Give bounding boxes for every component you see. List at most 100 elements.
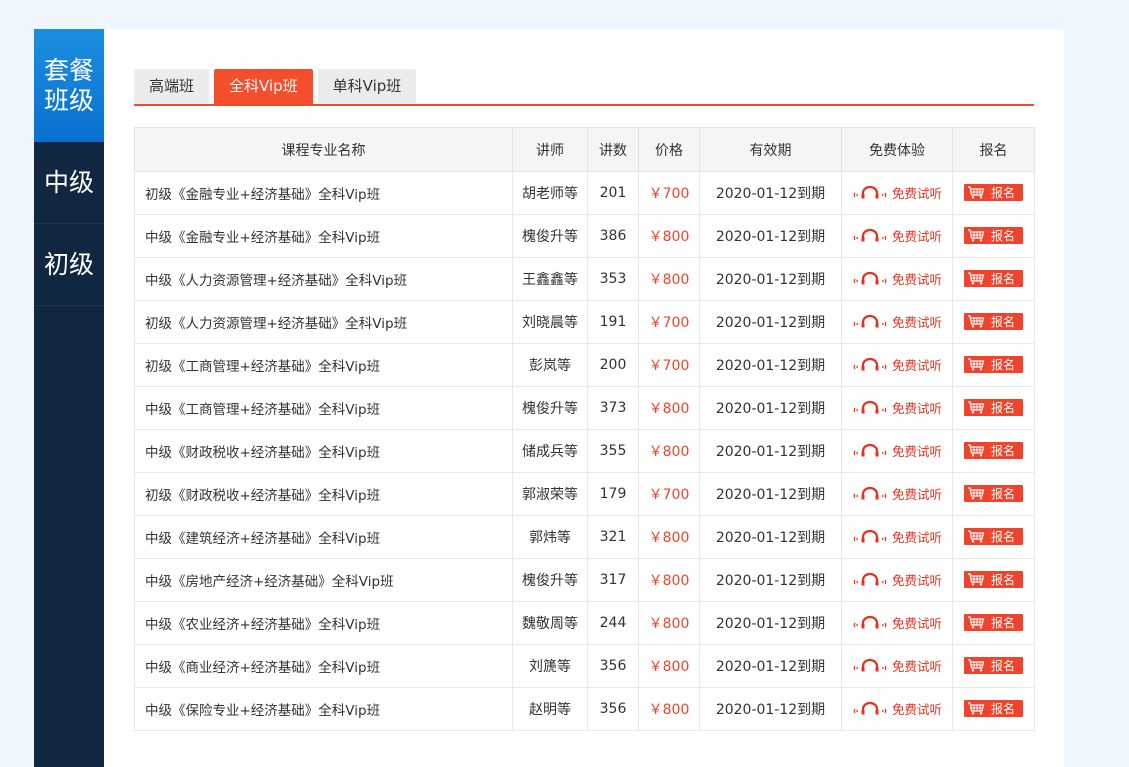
sidebar: 套餐 班级 中级 初级 xyxy=(34,29,104,767)
trial-cell: 免费试听 xyxy=(841,386,953,430)
enroll-button[interactable]: 报名 xyxy=(963,269,1023,287)
enroll-label: 报名 xyxy=(990,701,1015,716)
sidebar-item-junior[interactable]: 初级 xyxy=(34,224,104,306)
enroll-label: 报名 xyxy=(990,400,1015,415)
lecture-count: 317 xyxy=(587,558,639,602)
free-trial-label: 免费试听 xyxy=(891,443,942,459)
headphones-icon xyxy=(853,400,887,413)
free-trial-button[interactable]: 免费试听 xyxy=(852,570,942,589)
teacher-name: 彭岚等 xyxy=(512,343,588,387)
cart-icon xyxy=(967,572,985,585)
validity-date: 2020-01-12到期 xyxy=(699,429,842,473)
enroll-button[interactable]: 报名 xyxy=(963,226,1023,244)
enroll-cell: 报名 xyxy=(952,558,1035,602)
headphones-icon xyxy=(853,529,887,542)
course-price: ￥700 xyxy=(638,300,700,344)
validity-date: 2020-01-12到期 xyxy=(699,558,842,602)
course-name[interactable]: 中级《建筑经济+经济基础》全科Vip班 xyxy=(134,515,513,559)
validity-date: 2020-01-12到期 xyxy=(699,343,842,387)
free-trial-label: 免费试听 xyxy=(891,400,942,416)
trial-cell: 免费试听 xyxy=(841,558,953,602)
headphones-icon xyxy=(853,185,887,198)
trial-cell: 免费试听 xyxy=(841,515,953,559)
course-name[interactable]: 中级《房地产经济+经济基础》全科Vip班 xyxy=(134,558,513,602)
course-table: 课程专业名称 讲师 讲数 价格 有效期 免费体验 报名 初级《金融专业+经济基础… xyxy=(134,127,1035,731)
course-name[interactable]: 中级《商业经济+经济基础》全科Vip班 xyxy=(134,644,513,688)
course-name[interactable]: 中级《保险专业+经济基础》全科Vip班 xyxy=(134,687,513,731)
headphones-icon xyxy=(853,701,887,714)
sidebar-item-intermediate[interactable]: 中级 xyxy=(34,142,104,224)
lecture-count: 386 xyxy=(587,214,639,258)
course-name[interactable]: 初级《人力资源管理+经济基础》全科Vip班 xyxy=(134,300,513,344)
course-name[interactable]: 初级《金融专业+经济基础》全科Vip班 xyxy=(134,171,513,215)
free-trial-button[interactable]: 免费试听 xyxy=(852,226,942,245)
headphones-icon xyxy=(853,572,887,585)
free-trial-button[interactable]: 免费试听 xyxy=(852,656,942,675)
validity-date: 2020-01-12到期 xyxy=(699,214,842,258)
course-price: ￥800 xyxy=(638,644,700,688)
table-row: 中级《商业经济+经济基础》全科Vip班 刘篪等 356 ￥800 2020-01-12到… xyxy=(134,644,1035,688)
free-trial-button[interactable]: 免费试听 xyxy=(852,269,942,288)
table-row: 初级《财政税收+经济基础》全科Vip班 郭淑荣等 179 ￥700 2020-01-12… xyxy=(134,472,1035,516)
free-trial-label: 免费试听 xyxy=(891,658,942,674)
tab-bar: 高端班 全科Vip班 单科Vip班 xyxy=(134,69,1034,106)
enroll-button[interactable]: 报名 xyxy=(963,613,1023,631)
enroll-button[interactable]: 报名 xyxy=(963,312,1023,330)
tab-single-vip[interactable]: 单科Vip班 xyxy=(317,69,417,104)
enroll-button[interactable]: 报名 xyxy=(963,656,1023,674)
enroll-cell: 报名 xyxy=(952,214,1035,258)
table-row: 中级《工商管理+经济基础》全科Vip班 槐俊升等 373 ￥800 2020-01-12… xyxy=(134,386,1035,430)
teacher-name: 郭炜等 xyxy=(512,515,588,559)
course-price: ￥700 xyxy=(638,472,700,516)
enroll-button[interactable]: 报名 xyxy=(963,570,1023,588)
enroll-cell: 报名 xyxy=(952,601,1035,645)
validity-date: 2020-01-12到期 xyxy=(699,300,842,344)
free-trial-button[interactable]: 免费试听 xyxy=(852,484,942,503)
sidebar-item-package[interactable]: 套餐 班级 xyxy=(34,29,104,142)
course-price: ￥800 xyxy=(638,386,700,430)
free-trial-button[interactable]: 免费试听 xyxy=(852,355,942,374)
free-trial-label: 免费试听 xyxy=(891,701,942,717)
teacher-name: 槐俊升等 xyxy=(512,386,588,430)
course-name[interactable]: 中级《人力资源管理+经济基础》全科Vip班 xyxy=(134,257,513,301)
free-trial-button[interactable]: 免费试听 xyxy=(852,398,942,417)
trial-cell: 免费试听 xyxy=(841,601,953,645)
enroll-button[interactable]: 报名 xyxy=(963,355,1023,373)
course-price: ￥700 xyxy=(638,171,700,215)
free-trial-button[interactable]: 免费试听 xyxy=(852,613,942,632)
course-name[interactable]: 中级《金融专业+经济基础》全科Vip班 xyxy=(134,214,513,258)
free-trial-button[interactable]: 免费试听 xyxy=(852,183,942,202)
validity-date: 2020-01-12到期 xyxy=(699,687,842,731)
enroll-button[interactable]: 报名 xyxy=(963,183,1023,201)
course-name[interactable]: 中级《工商管理+经济基础》全科Vip班 xyxy=(134,386,513,430)
enroll-button[interactable]: 报名 xyxy=(963,699,1023,717)
column-header-enroll: 报名 xyxy=(952,127,1035,172)
tab-premium[interactable]: 高端班 xyxy=(134,69,210,104)
table-row: 中级《财政税收+经济基础》全科Vip班 储成兵等 355 ￥800 2020-01-12… xyxy=(134,429,1035,473)
course-name[interactable]: 初级《工商管理+经济基础》全科Vip班 xyxy=(134,343,513,387)
headphones-icon xyxy=(853,314,887,327)
enroll-button[interactable]: 报名 xyxy=(963,398,1023,416)
enroll-button[interactable]: 报名 xyxy=(963,527,1023,545)
course-name[interactable]: 中级《财政税收+经济基础》全科Vip班 xyxy=(134,429,513,473)
enroll-cell: 报名 xyxy=(952,386,1035,430)
enroll-label: 报名 xyxy=(990,443,1015,458)
lecture-count: 356 xyxy=(587,687,639,731)
course-price: ￥800 xyxy=(638,601,700,645)
free-trial-button[interactable]: 免费试听 xyxy=(852,527,942,546)
enroll-button[interactable]: 报名 xyxy=(963,441,1023,459)
validity-date: 2020-01-12到期 xyxy=(699,644,842,688)
course-price: ￥800 xyxy=(638,429,700,473)
free-trial-button[interactable]: 免费试听 xyxy=(852,699,942,718)
free-trial-button[interactable]: 免费试听 xyxy=(852,312,942,331)
free-trial-label: 免费试听 xyxy=(891,529,942,545)
tab-full-vip[interactable]: 全科Vip班 xyxy=(214,69,313,104)
course-name[interactable]: 初级《财政税收+经济基础》全科Vip班 xyxy=(134,472,513,516)
table-row: 初级《金融专业+经济基础》全科Vip班 胡老师等 201 ￥700 2020-01-12… xyxy=(134,171,1035,215)
free-trial-label: 免费试听 xyxy=(891,314,942,330)
enroll-button[interactable]: 报名 xyxy=(963,484,1023,502)
headphones-icon xyxy=(853,228,887,241)
free-trial-button[interactable]: 免费试听 xyxy=(852,441,942,460)
course-name[interactable]: 中级《农业经济+经济基础》全科Vip班 xyxy=(134,601,513,645)
table-row: 中级《房地产经济+经济基础》全科Vip班 槐俊升等 317 ￥800 2020-01-1… xyxy=(134,558,1035,602)
